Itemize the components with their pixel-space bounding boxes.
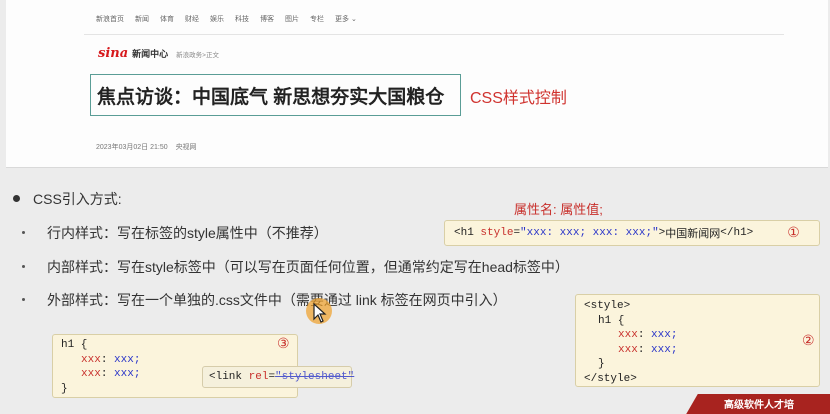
code-tag: > <box>658 227 666 239</box>
bullet-dot <box>13 195 20 202</box>
code-value: xxx; <box>114 368 141 380</box>
nav-item[interactable]: 图片 <box>285 14 299 24</box>
attr-label: 属性名: 属性值; <box>514 202 603 217</box>
code-prop: xxx <box>618 343 638 356</box>
bullet-dot <box>22 231 25 234</box>
marker-2: ② <box>802 334 815 350</box>
bullet-inline-style: 行内样式：写在标签的style属性中（不推荐） <box>47 225 328 241</box>
css-style-note: CSS样式控制 <box>470 90 567 107</box>
nav-item[interactable]: 博客 <box>260 14 274 24</box>
article-headline: 焦点访谈：中国底气 新思想夯实大国粮仓 <box>90 74 461 116</box>
code-eq: = <box>513 227 521 239</box>
nav-item[interactable]: 科技 <box>235 14 249 24</box>
chevron-down-icon: ⌄ <box>350 16 357 23</box>
code-value: "xxx: xxx; xxx: xxx;" <box>520 227 659 239</box>
code-line: } <box>598 358 605 370</box>
nav-item[interactable]: 新闻 <box>135 14 149 24</box>
code-value: xxx; <box>114 353 141 366</box>
code-prop: xxx <box>618 329 638 341</box>
code-prop: xxx <box>81 353 101 366</box>
code-attr: style <box>480 227 514 239</box>
nav-item[interactable]: 专栏 <box>310 14 324 24</box>
main-bullet-text: CSS引入方式: <box>33 191 122 207</box>
code-line: h1 { <box>61 339 88 351</box>
sina-logo-icon: sina <box>98 46 129 61</box>
mouse-pointer-icon <box>313 303 327 323</box>
code-prop: xxx <box>81 368 101 380</box>
sina-news-logo[interactable]: sina 新闻中心 新浪政务>正文 <box>98 46 219 61</box>
inline-style-code: <h1 style = "xxx: xxx; xxx: xxx;" > 中国新闻网 </h… <box>444 220 820 246</box>
top-nav: 新浪首页 新闻 体育 财经 娱乐 科技 博客 图片 专栏 更多 ⌄ <box>96 14 357 24</box>
code-value: "stylesheet" <box>275 371 355 383</box>
marker-1: ① <box>787 225 800 242</box>
code-line: xxx: xxx; <box>618 343 678 356</box>
code-line: <style> <box>584 300 631 312</box>
article-source[interactable]: 央视网 <box>176 144 197 151</box>
divider <box>84 34 784 35</box>
link-tag-code: <link rel = "stylesheet" <box>202 366 355 388</box>
article-date: 2023年03月02日 21:50 <box>96 144 168 151</box>
code-line: xxx: xxx; <box>618 329 678 341</box>
code-tag: </h1> <box>720 227 754 239</box>
internal-style-code: <style> h1 { xxx: xxx; xxx: xxx; } </sty… <box>575 294 820 387</box>
code-attr: rel <box>248 371 269 383</box>
bullet-dot <box>22 298 25 301</box>
code-tag: <link <box>209 371 243 383</box>
bullet-external-style: 外部样式：写在一个单独的.css文件中（需要通过 link 标签在网页中引入） <box>47 292 507 308</box>
marker-3: ③ <box>277 337 290 353</box>
breadcrumb[interactable]: 新浪政务>正文 <box>176 49 219 59</box>
article-dateline: 2023年03月02日 21:50 央视网 <box>96 142 203 152</box>
code-text: 中国新闻网 <box>665 229 721 241</box>
code-eq: = <box>268 371 276 383</box>
code-line: xxx: xxx; <box>81 353 141 366</box>
nav-item[interactable]: 娱乐 <box>210 14 224 24</box>
code-value: xxx; <box>651 343 678 356</box>
bullet-dot <box>22 265 25 268</box>
nav-item[interactable]: 财经 <box>185 14 199 24</box>
logo-center-text: 新闻中心 <box>132 49 169 59</box>
corner-banner-text: 高级软件人才培 <box>724 400 794 411</box>
code-line: h1 { <box>598 314 625 327</box>
code-value: xxx; <box>651 329 678 341</box>
nav-item[interactable]: 新浪首页 <box>96 14 124 24</box>
nav-item-more[interactable]: 更多 ⌄ <box>335 14 357 24</box>
bullet-internal-style: 内部样式：写在style标签中（可以写在页面任何位置，但通常约定写在head标签… <box>47 259 569 275</box>
code-line: </style> <box>584 372 637 385</box>
nav-item[interactable]: 体育 <box>160 14 174 24</box>
code-tag: <h1 <box>454 227 474 239</box>
